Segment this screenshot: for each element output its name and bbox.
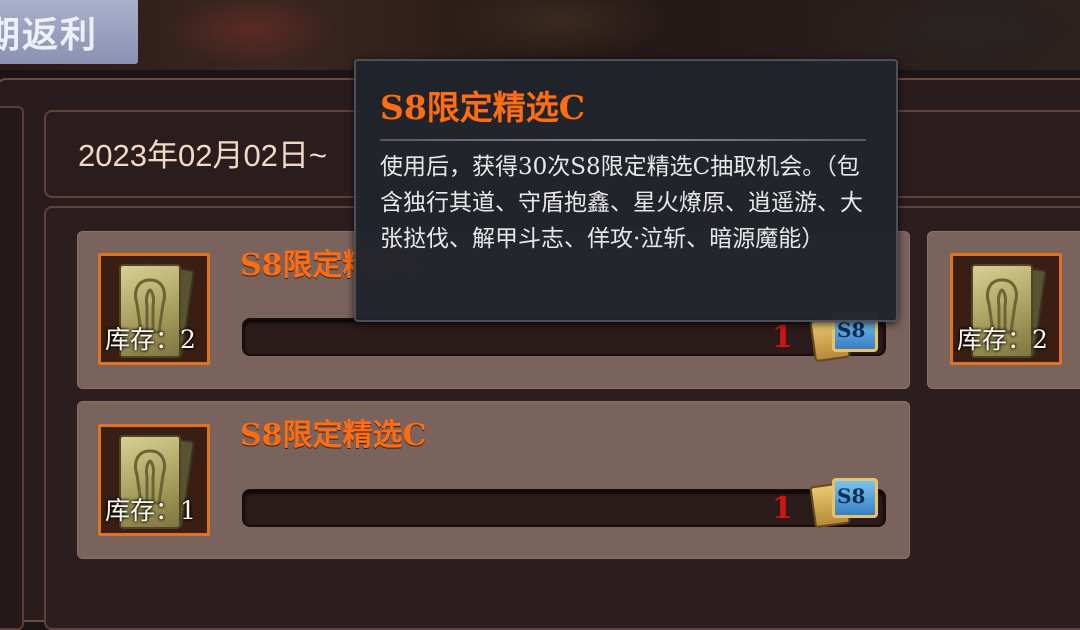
stock-count: 库存：2 xyxy=(105,325,196,354)
event-title: 期返利 xyxy=(0,14,98,56)
stock-count: 库存：2 xyxy=(957,325,1048,354)
s8-ticket-icon[interactable]: S8 xyxy=(809,474,882,529)
tooltip-divider xyxy=(380,139,866,141)
tooltip-title: S8限定精选C xyxy=(380,88,586,127)
event-title-tab[interactable]: 期返利 xyxy=(0,0,138,64)
left-side-panel xyxy=(0,106,24,630)
stock-count: 库存：1 xyxy=(105,496,196,525)
tooltip-description: 使用后，获得30次S8限定精选C抽取机会。（包含独行其道、守盾抱鑫、星火燎原、逍… xyxy=(380,154,863,252)
item-tooltip: S8限定精选C 使用后，获得30次S8限定精选C抽取机会。（包含独行其道、守盾抱… xyxy=(354,59,898,322)
card-pack-icon[interactable]: 库存：2 xyxy=(98,253,210,365)
progress-value: 1 xyxy=(772,320,793,355)
card-pack-icon[interactable]: 库存：2 xyxy=(950,253,1062,365)
item-name: S8限定精选C xyxy=(240,418,427,453)
event-date-range: 2023年02月02日~ xyxy=(78,138,328,173)
card-pack-icon[interactable]: 库存：1 xyxy=(98,424,210,536)
progress-value: 1 xyxy=(772,491,793,526)
